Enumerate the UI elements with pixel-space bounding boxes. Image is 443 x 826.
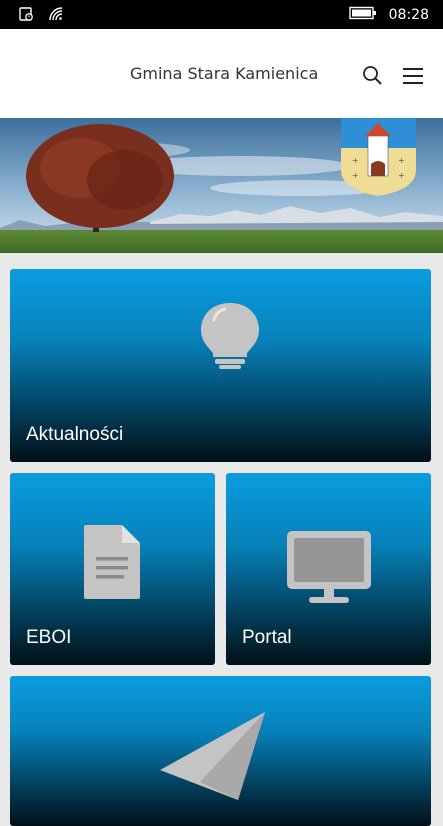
search-icon[interactable] — [361, 64, 385, 88]
coat-of-arms-icon: + + + + — [341, 118, 416, 196]
tile-aktualnosci[interactable]: Aktualności — [10, 269, 431, 462]
tile-label: EBOI — [26, 627, 72, 648]
document-icon — [84, 525, 140, 603]
status-bar: 08:28 — [0, 0, 443, 29]
svg-text:+: + — [398, 171, 405, 180]
notification-icon — [18, 6, 34, 26]
svg-text:+: + — [352, 171, 359, 180]
tile-label: Portal — [242, 627, 292, 648]
tile-label: Aktualności — [26, 424, 124, 445]
paper-plane-icon — [160, 710, 270, 804]
wifi-icon — [48, 6, 66, 26]
hamburger-menu-icon[interactable] — [403, 66, 423, 86]
svg-text:+: + — [352, 156, 359, 165]
tile-send[interactable] — [10, 676, 431, 826]
status-time: 08:28 — [388, 6, 429, 23]
battery-icon — [348, 5, 377, 24]
app-header: Gmina Stara Kamienica — [0, 29, 443, 118]
tile-eboi[interactable]: EBOI — [10, 473, 215, 665]
monitor-icon — [287, 531, 371, 609]
page-title: Gmina Stara Kamienica — [130, 64, 319, 83]
header-banner: + + + + — [0, 118, 443, 253]
lightbulb-icon — [195, 301, 265, 373]
tile-portal[interactable]: Portal — [226, 473, 431, 665]
svg-text:+: + — [398, 156, 405, 165]
